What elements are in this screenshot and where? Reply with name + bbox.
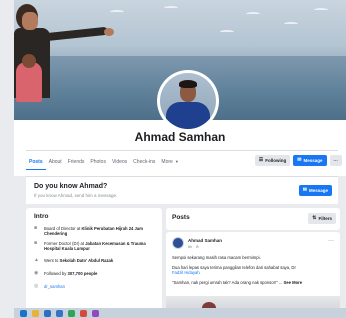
facebook-profile-page: Ahmad Samhan Posts About Friends Photos … — [0, 0, 346, 318]
followers-icon: ◉ — [34, 270, 39, 276]
instagram-icon: ◎ — [34, 283, 39, 289]
following-icon: ☰ — [258, 157, 264, 163]
tab-videos[interactable]: Videos — [109, 157, 130, 170]
intro-row-bold[interactable]: 307,700 people — [68, 271, 98, 276]
see-more-link[interactable]: See More — [283, 280, 302, 285]
folder-icon[interactable] — [32, 309, 39, 317]
app-icon[interactable] — [80, 309, 87, 317]
seagull-icon — [164, 6, 178, 10]
profile-tabs: Posts About Friends Photos Videos Check-… — [26, 157, 182, 170]
briefcase-icon: ■ — [34, 240, 38, 246]
know-message-label: Message — [308, 188, 328, 193]
know-subtitle: If you know Ahmad, send him a message. — [34, 193, 118, 198]
post-text-line: Sempoi sekarang masih rasa macam bermimp… — [172, 255, 261, 260]
following-button[interactable]: ☰ Following — [254, 155, 291, 166]
seagull-icon — [246, 12, 260, 16]
intro-row-education: ▲ Went to Sekolah Dato' Abdul Razak — [34, 257, 158, 263]
post-card: Ahmad Samhan 8h · ⊘ ··· Sempoi sekarang … — [166, 232, 340, 312]
tab-photos[interactable]: Photos — [87, 157, 109, 170]
filter-icon: ⇅ — [312, 215, 317, 221]
intro-row-former-work: ■ Former Doctor (Dr) at Jabatan Kecemasa… — [34, 240, 158, 251]
message-button[interactable]: ✉ Message — [293, 155, 327, 166]
briefcase-icon: ■ — [34, 225, 38, 231]
post-author-avatar[interactable] — [172, 237, 184, 249]
know-title: Do you know Ahmad? — [34, 183, 108, 190]
intro-row-work: ■ Board of Director at Klinik Perubatan … — [34, 225, 158, 236]
tab-about[interactable]: About — [46, 157, 65, 170]
post-options-icon[interactable]: ··· — [328, 238, 334, 244]
chrome-icon[interactable] — [68, 309, 75, 317]
messenger-icon: ✉ — [302, 187, 307, 193]
tab-more-label: More — [161, 159, 173, 165]
app-icon[interactable] — [92, 309, 99, 317]
start-icon[interactable] — [20, 309, 27, 317]
seagull-icon — [110, 10, 124, 14]
tab-friends[interactable]: Friends — [65, 157, 88, 170]
avatar[interactable] — [157, 70, 219, 132]
tab-posts[interactable]: Posts — [26, 157, 46, 170]
intro-title: Intro — [34, 213, 49, 220]
store-icon[interactable] — [44, 309, 51, 317]
profile-name[interactable]: Ahmad Samhan — [14, 130, 346, 144]
intro-row-bold[interactable]: Sekolah Dato' Abdul Razak — [60, 258, 114, 263]
filters-button[interactable]: ⇅ Filters — [308, 213, 336, 224]
know-message-button[interactable]: ✉ Message — [298, 185, 332, 196]
intro-row-pre: Went to — [44, 258, 60, 263]
graduation-icon: ▲ — [34, 257, 39, 263]
mail-icon[interactable] — [56, 309, 63, 317]
posts-title: Posts — [172, 214, 190, 221]
intro-row-text[interactable]: dr_samhan — [44, 284, 65, 289]
message-label: Message — [303, 158, 323, 163]
intro-row-text: Followed by 307,700 people — [44, 271, 97, 276]
tab-check-ins[interactable]: Check-ins — [130, 157, 158, 170]
know-card: Do you know Ahmad? If you know Ahmad, se… — [26, 176, 338, 204]
profile-actions: ☰ Following ✉ Message ··· — [254, 155, 342, 166]
divider — [26, 150, 338, 151]
intro-row-pre: Followed by — [44, 271, 68, 276]
posts-header: Posts ⇅ Filters — [166, 208, 340, 230]
post-text-line: "Samhan, nak pergi umrah tak? Ada orang … — [172, 280, 336, 285]
seagull-icon — [314, 8, 328, 12]
intro-row-instagram[interactable]: ◎ dr_samhan — [34, 283, 158, 289]
tab-more[interactable]: More ▼ — [158, 157, 181, 170]
intro-row-text: Went to Sekolah Dato' Abdul Razak — [44, 258, 113, 263]
filters-label: Filters — [318, 216, 332, 221]
following-label: Following — [265, 158, 287, 163]
chevron-down-icon: ▼ — [174, 159, 179, 164]
messenger-icon: ✉ — [297, 157, 302, 163]
intro-row-text: Former Doctor (Dr) at Jabatan Kecemasan … — [44, 241, 158, 251]
seagull-icon — [220, 30, 234, 34]
post-text-quote: "Samhan, nak pergi umrah tak? Ada orang … — [172, 280, 283, 285]
intro-row-text: Board of Director at Klinik Perubatan Hi… — [44, 226, 158, 236]
post-mention-link[interactable]: Fadzil Hidayah — [172, 270, 336, 275]
seagull-icon — [284, 22, 298, 26]
cover-person — [14, 0, 114, 120]
intro-card: Intro ■ Board of Director at Klinik Peru… — [26, 208, 162, 310]
post-meta: 8h · ⊘ — [188, 245, 199, 249]
post-author[interactable]: Ahmad Samhan — [188, 238, 222, 243]
more-options-button[interactable]: ··· — [329, 155, 342, 166]
intro-row-followers: ◉ Followed by 307,700 people — [34, 270, 158, 276]
taskbar — [14, 308, 346, 318]
